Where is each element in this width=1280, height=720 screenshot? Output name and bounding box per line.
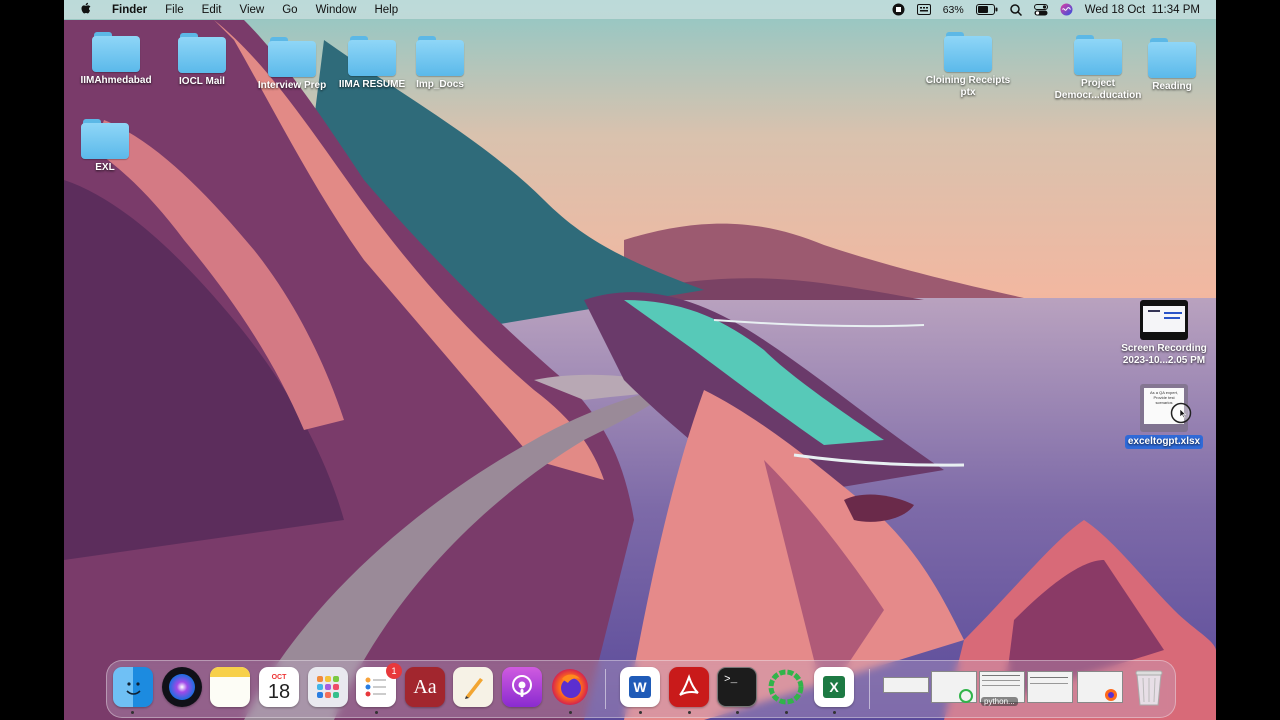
desktop-folder-reading[interactable]: Reading [1124, 38, 1216, 93]
dock-notes-icon[interactable] [210, 667, 250, 707]
dock-separator [605, 669, 606, 709]
dock-stack-label: python... [981, 697, 1018, 706]
folder-label: IIMAhmedabad [80, 75, 152, 86]
dictionary-glyph: Aa [413, 675, 437, 698]
dock-separator [869, 669, 870, 709]
running-indicator [639, 711, 642, 714]
dock-trash-icon[interactable] [1129, 667, 1169, 707]
desktop-folder-iimahmedabad[interactable]: IIMAhmedabad [68, 32, 164, 87]
folder-label: Reading [1152, 81, 1192, 92]
desktop-screen: Finder File Edit View Go Window Help 63% [64, 0, 1216, 720]
running-indicator [688, 711, 691, 714]
folder-label: IOCL Mail [179, 76, 225, 87]
control-center-icon[interactable] [1028, 3, 1054, 16]
word-glyph: W [629, 676, 651, 698]
file-label-line2: 2023-10...2.05 PM [1122, 355, 1206, 366]
desktop-folder-cloining-receipts[interactable]: Cloining Receipts ptx [920, 32, 1016, 99]
firefox-badge-icon [1105, 689, 1117, 701]
menu-file[interactable]: File [156, 4, 193, 16]
dock-dictionary-icon[interactable]: Aa [405, 667, 445, 707]
file-label-selected: exceltogpt.xlsx [1124, 435, 1204, 449]
terminal-glyph: >_ [724, 674, 738, 686]
running-indicator [375, 711, 378, 714]
calendar-day: 18 [267, 680, 291, 703]
document-thumbnail-icon: As a QA expert, Provide test scenarios [1140, 384, 1192, 432]
folder-label: Imp_Docs [416, 79, 464, 90]
menu-window[interactable]: Window [307, 4, 366, 16]
folder-icon [1074, 35, 1122, 75]
dock: OCT 18 1 Aa W >_ X python... [106, 660, 1176, 718]
dock-reminders-icon[interactable]: 1 [356, 663, 402, 707]
dock-siri-icon[interactable] [162, 667, 202, 707]
desktop-file-exceltogpt[interactable]: As a QA expert, Provide test scenarios e… [1116, 384, 1212, 449]
folder-icon [92, 32, 140, 72]
screen-record-stop-icon[interactable] [886, 3, 911, 16]
menu-clock[interactable]: Wed 18 Oct 11:34 PM [1079, 4, 1206, 16]
folder-icon [944, 32, 992, 72]
mouse-cursor-icon [1170, 402, 1192, 424]
wallpaper [64, 0, 1216, 720]
reminders-badge: 1 [386, 663, 402, 679]
menu-app-name[interactable]: Finder [103, 4, 156, 16]
dock-minimized-window[interactable] [1077, 671, 1123, 703]
folder-icon [416, 36, 464, 76]
apple-menu-icon[interactable] [64, 2, 103, 18]
dock-pages-icon[interactable] [453, 667, 493, 707]
siri-icon[interactable] [1054, 3, 1079, 16]
folder-icon [1148, 38, 1196, 78]
menu-bar: Finder File Edit View Go Window Help 63% [64, 0, 1216, 19]
folder-icon [268, 37, 316, 77]
keyboard-input-icon[interactable] [911, 4, 937, 15]
folder-label-line2: ptx [960, 87, 976, 98]
dock-calendar-icon[interactable]: OCT 18 [259, 667, 299, 707]
desktop-folder-iocl-mail[interactable]: IOCL Mail [154, 33, 250, 88]
dock-finder-icon[interactable] [113, 667, 153, 707]
dock-minimized-window[interactable] [931, 671, 977, 703]
desktop-folder-exl[interactable]: EXL [64, 119, 153, 174]
file-label: Screen Recording [1121, 343, 1207, 354]
desktop-file-screen-recording[interactable]: Screen Recording 2023-10...2.05 PM [1116, 300, 1212, 367]
dock-podcasts-icon[interactable] [502, 667, 542, 707]
dock-minimized-window[interactable] [1027, 671, 1073, 703]
folder-label: EXL [95, 162, 115, 173]
battery-icon[interactable] [970, 4, 1004, 15]
folder-label: Cloining Receipts [925, 75, 1011, 86]
folder-icon [81, 119, 129, 159]
desktop-folder-imp-docs[interactable]: Imp_Docs [392, 36, 488, 91]
spotlight-search-icon[interactable] [1004, 3, 1028, 16]
menu-edit[interactable]: Edit [193, 4, 231, 16]
battery-percentage: 63% [942, 3, 964, 16]
menu-view[interactable]: View [231, 4, 274, 16]
running-indicator [736, 711, 739, 714]
menu-help[interactable]: Help [365, 4, 407, 16]
sync-icon [959, 689, 973, 703]
dock-launchpad-icon[interactable] [308, 667, 348, 707]
folder-icon [348, 36, 396, 76]
running-indicator [131, 711, 134, 714]
dock-firefox-icon[interactable] [550, 667, 590, 707]
dock-acrobat-icon[interactable] [669, 667, 709, 707]
dock-word-icon[interactable]: W [620, 667, 660, 707]
running-indicator [833, 711, 836, 714]
dock-excel-icon[interactable]: X [814, 667, 854, 707]
running-indicator [569, 711, 572, 714]
excel-glyph: X [823, 676, 845, 698]
menu-go[interactable]: Go [273, 4, 306, 16]
dock-activity-ring-icon[interactable] [766, 667, 806, 707]
running-indicator [785, 711, 788, 714]
dock-minimized-window[interactable] [883, 677, 929, 693]
video-thumbnail-icon [1140, 300, 1188, 340]
dock-terminal-icon[interactable]: >_ [717, 667, 757, 707]
folder-icon [178, 33, 226, 73]
